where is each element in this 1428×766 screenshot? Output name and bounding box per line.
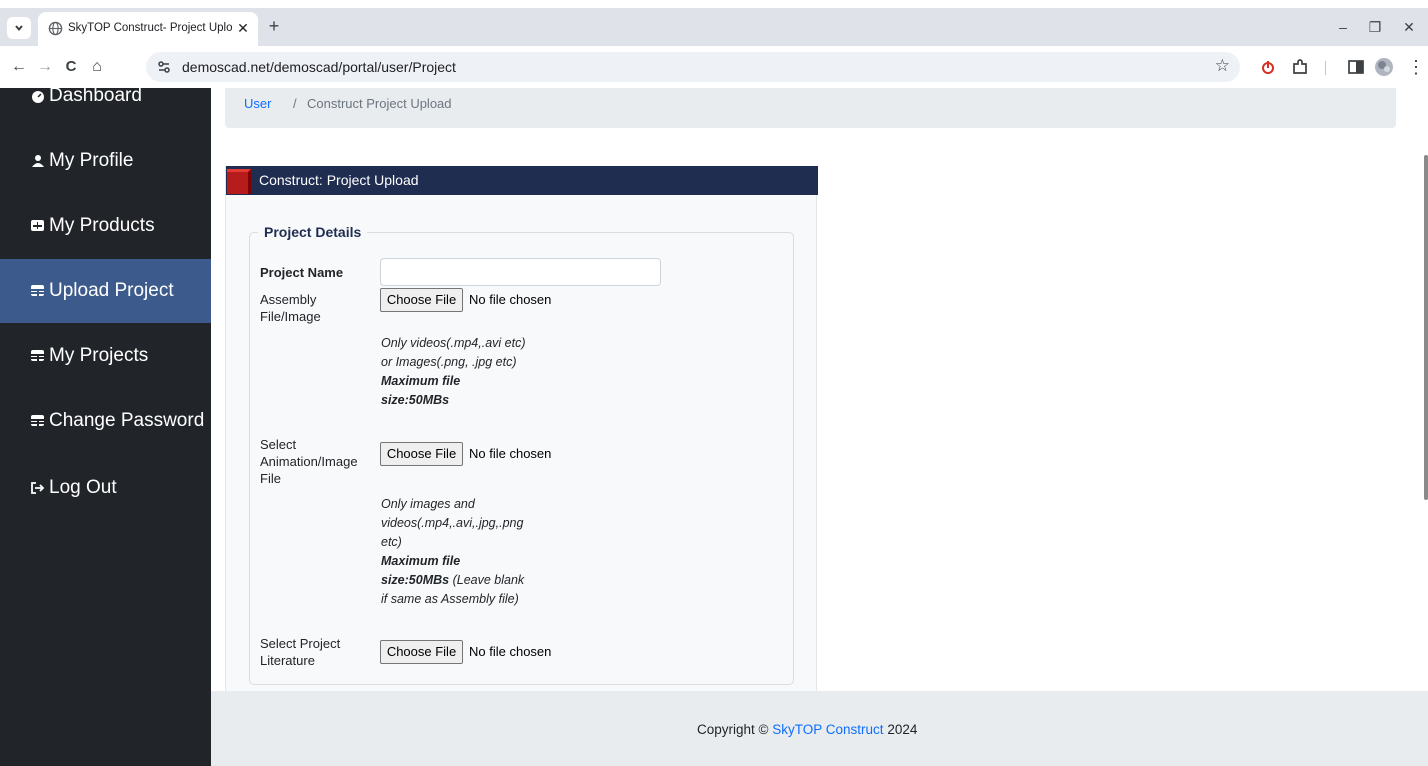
sidebar-item-my-projects[interactable]: My Projects (0, 324, 211, 388)
back-button[interactable]: ← (8, 56, 30, 78)
sidebar-item-label: My Products (49, 215, 155, 236)
sidebar-item-log-out[interactable]: Log Out (0, 456, 211, 520)
footer: Copyright © SkyTOP Construct 2024 (211, 691, 1428, 766)
project-name-input[interactable] (380, 258, 661, 286)
card-title: Construct: Project Upload (259, 172, 419, 188)
browser-tab[interactable]: SkyTOP Construct- Project Uplo ✕ (38, 12, 258, 46)
site-info-icon[interactable] (156, 59, 172, 75)
assembly-choose-file-button[interactable]: Choose File (380, 288, 463, 312)
chevron-down-icon (15, 25, 23, 32)
minimize-button[interactable]: – (1328, 17, 1358, 37)
footer-prefix: Copyright © (697, 722, 769, 737)
breadcrumb-separator: / (293, 96, 297, 111)
sidebar-item-label: My Profile (49, 150, 134, 171)
assembly-help-types: Only videos(.mp4,.avi etc) or Images(.pn… (381, 336, 526, 369)
sidebar-item-label: Change Password (49, 410, 205, 431)
logo-cube-icon (227, 169, 251, 194)
breadcrumb-current: Construct Project Upload (307, 96, 452, 111)
profile-avatar[interactable] (1374, 57, 1394, 77)
sidebar-item-change-password[interactable]: Change Password (0, 389, 211, 453)
page-viewport: Dashboard My Profile My Products Upload … (0, 88, 1428, 766)
assembly-file-status: No file chosen (469, 292, 552, 307)
table-icon (31, 259, 45, 323)
home-button[interactable]: ⌂ (86, 56, 108, 78)
animation-help-text: Only images and videos(.mp4,.avi,.jpg,.p… (381, 495, 526, 609)
sidebar-item-upload-project[interactable]: Upload Project (0, 259, 211, 323)
side-panel-icon[interactable] (1346, 57, 1366, 77)
footer-copyright: Copyright © SkyTOP Construct 2024 (697, 722, 917, 737)
literature-file-label: Select Project Literature (260, 636, 341, 668)
user-icon (31, 129, 45, 193)
sign-out-icon (31, 456, 45, 520)
table-icon (31, 389, 45, 453)
footer-year: 2024 (887, 722, 918, 737)
breadcrumb: User / Construct Project Upload (225, 88, 1396, 128)
fieldset-legend: Project Details (258, 224, 368, 240)
bookmark-star-icon[interactable]: ☆ (1215, 56, 1230, 76)
literature-file-status: No file chosen (469, 644, 552, 659)
card-header: Construct: Project Upload (226, 166, 818, 195)
sidebar: Dashboard My Profile My Products Upload … (0, 88, 211, 766)
browser-toolbar: ← → C ⌂ demoscad.net/demoscad/portal/use… (0, 46, 1428, 88)
animation-file-status: No file chosen (469, 446, 552, 461)
animation-choose-file-button[interactable]: Choose File (380, 442, 463, 466)
sidebar-item-label: Upload Project (49, 280, 174, 301)
page-scrollbar[interactable] (1424, 155, 1428, 500)
browser-menu-icon[interactable]: ⋮ (1406, 57, 1426, 77)
reload-button[interactable]: C (60, 56, 82, 78)
animation-help-types: Only images and videos(.mp4,.avi,.jpg,.p… (381, 497, 524, 549)
project-name-label: Project Name (260, 265, 344, 280)
plus-square-icon (31, 194, 45, 258)
animation-file-label: Select Animation/Image File (260, 437, 358, 486)
shield-extension-icon[interactable] (1258, 57, 1278, 77)
new-tab-button[interactable]: + (264, 16, 284, 36)
address-bar[interactable]: demoscad.net/demoscad/portal/user/Projec… (146, 52, 1240, 82)
breadcrumb-user-link[interactable]: User (244, 96, 271, 111)
forward-button[interactable]: → (34, 56, 56, 78)
main-content: User / Construct Project Upload Construc… (211, 88, 1428, 766)
toolbar-separator (1325, 61, 1326, 75)
tab-title: SkyTOP Construct- Project Uplo (68, 22, 233, 34)
restore-button[interactable]: ❐ (1360, 17, 1390, 37)
assembly-file-label: Assembly File/Image (260, 292, 321, 324)
tab-close-icon[interactable]: ✕ (234, 19, 252, 37)
animation-help-max-size: Maximum file size:50MBs (381, 554, 461, 587)
url-text: demoscad.net/demoscad/portal/user/Projec… (182, 59, 456, 75)
literature-choose-file-button[interactable]: Choose File (380, 640, 463, 664)
window-close-button[interactable]: ✕ (1394, 17, 1424, 37)
sidebar-item-label: Dashboard (49, 88, 142, 106)
project-upload-card: Construct: Project Upload Project Detail… (225, 166, 818, 696)
assembly-help-max-size: Maximum file size:50MBs (381, 374, 461, 407)
project-details-fieldset: Project Details Project Name Assembly Fi… (249, 224, 794, 685)
sidebar-item-label: Log Out (49, 477, 117, 498)
sidebar-item-my-profile[interactable]: My Profile (0, 129, 211, 193)
dashboard-icon (31, 88, 45, 128)
tab-search-button[interactable] (7, 17, 31, 39)
sidebar-item-label: My Projects (49, 345, 149, 366)
browser-tab-strip: SkyTOP Construct- Project Uplo ✕ + – ❐ ✕ (0, 8, 1428, 46)
assembly-help-text: Only videos(.mp4,.avi etc) or Images(.pn… (381, 334, 531, 410)
sidebar-item-dashboard[interactable]: Dashboard (0, 88, 211, 128)
sidebar-item-my-products[interactable]: My Products (0, 194, 211, 258)
table-icon (31, 324, 45, 388)
extensions-puzzle-icon[interactable] (1290, 57, 1310, 77)
footer-brand-link[interactable]: SkyTOP Construct (772, 722, 883, 737)
globe-icon (48, 21, 63, 36)
